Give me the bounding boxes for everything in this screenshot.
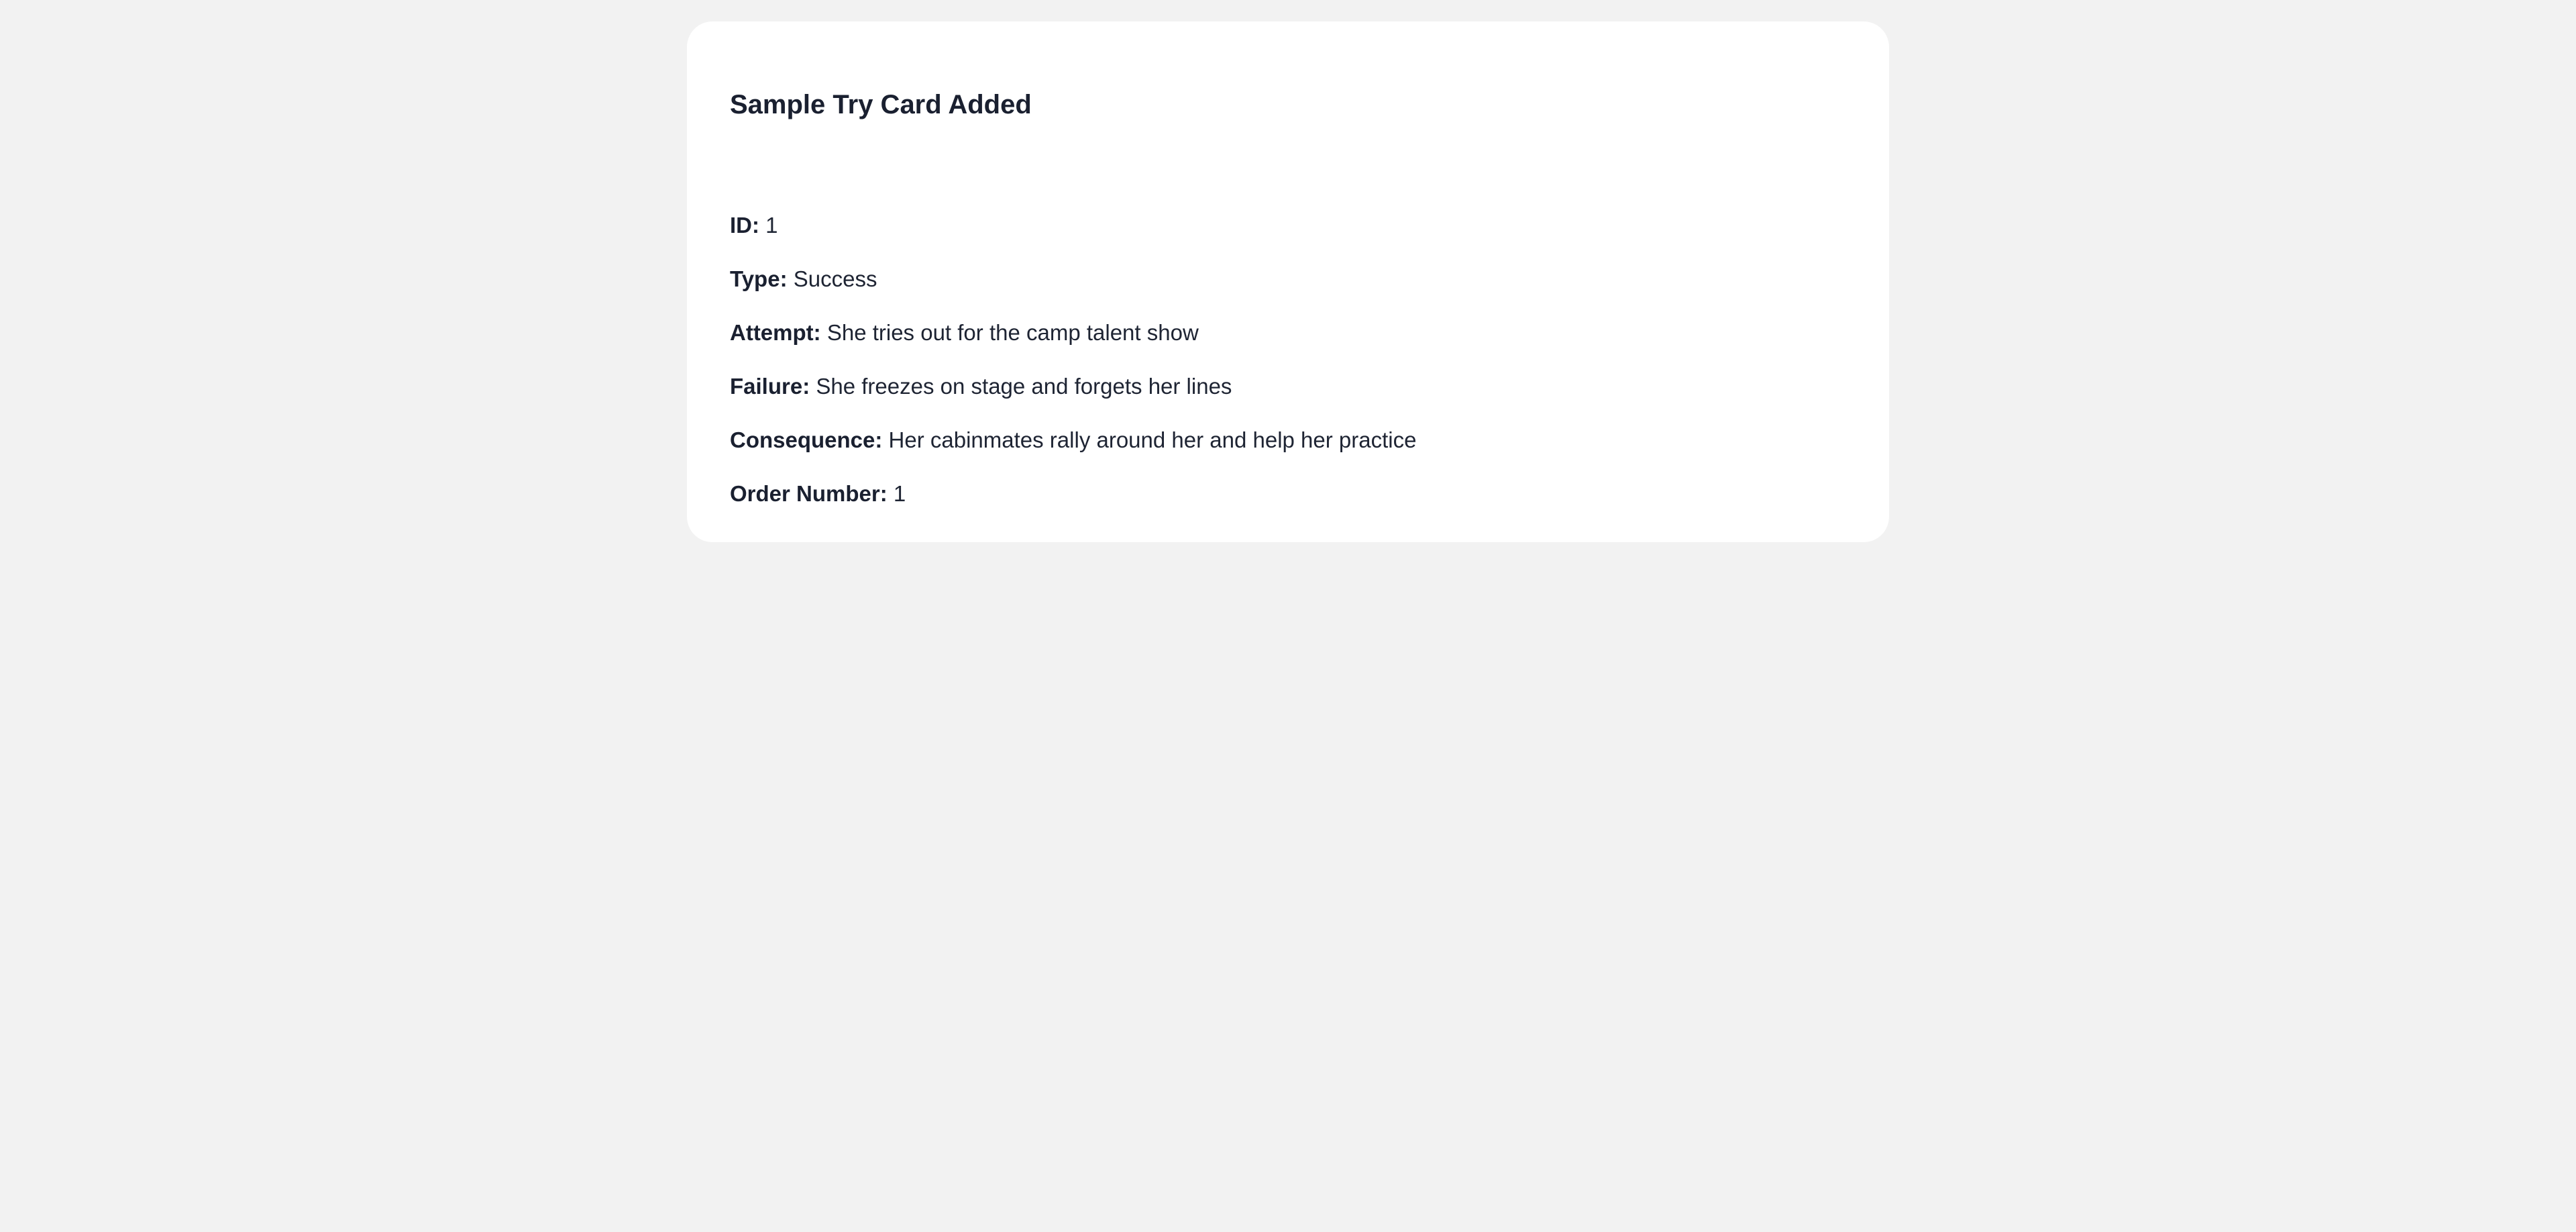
field-value-type: Success xyxy=(793,266,877,291)
field-consequence: Consequence: Her cabinmates rally around… xyxy=(730,423,1416,477)
field-failure: Failure: She freezes on stage and forget… xyxy=(730,370,1416,423)
field-value-id: 1 xyxy=(765,213,778,238)
field-value-order-number: 1 xyxy=(893,481,906,506)
field-label-id: ID: xyxy=(730,213,759,238)
field-value-failure: She freezes on stage and forgets her lin… xyxy=(816,374,1232,399)
try-card-panel: Sample Try Card Added ID: 1 Type: Succes… xyxy=(687,21,1889,542)
field-label-consequence: Consequence: xyxy=(730,427,883,452)
field-label-attempt: Attempt: xyxy=(730,320,821,345)
field-label-order-number: Order Number: xyxy=(730,481,888,506)
card-title: Sample Try Card Added xyxy=(730,90,1032,119)
field-value-consequence: Her cabinmates rally around her and help… xyxy=(888,427,1417,452)
field-type: Type: Success xyxy=(730,262,1416,316)
field-attempt: Attempt: She tries out for the camp tale… xyxy=(730,316,1416,370)
card-details-list: ID: 1 Type: Success Attempt: She tries o… xyxy=(730,209,1416,531)
field-order-number: Order Number: 1 xyxy=(730,477,1416,531)
field-value-attempt: She tries out for the camp talent show xyxy=(826,320,1199,345)
field-label-type: Type: xyxy=(730,266,788,291)
field-id: ID: 1 xyxy=(730,209,1416,262)
field-label-failure: Failure: xyxy=(730,374,810,399)
